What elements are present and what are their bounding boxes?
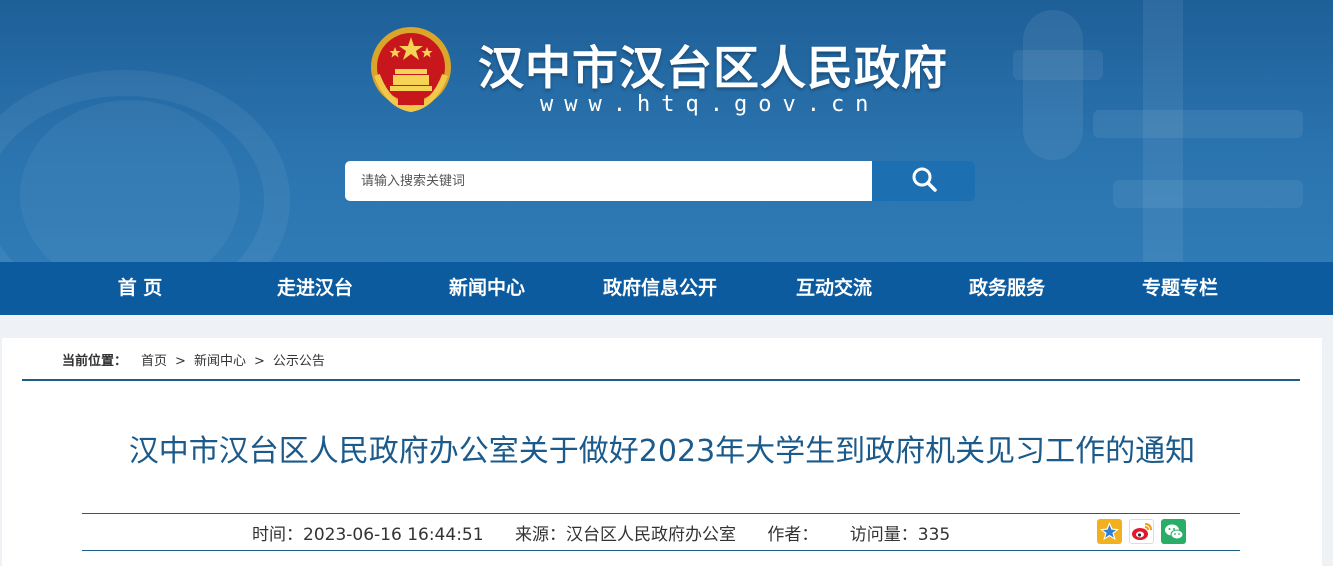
breadcrumb-home[interactable]: 首页 [141, 354, 167, 369]
nav-item-interaction[interactable]: 互动交流 [764, 262, 904, 315]
weibo-icon[interactable] [1129, 519, 1154, 544]
nav-item-topics[interactable]: 专题专栏 [1110, 262, 1250, 315]
nav-item-gov-info[interactable]: 政府信息公开 [580, 262, 740, 315]
breadcrumb-label: 当前位置： [62, 354, 128, 369]
breadcrumb-separator: > [253, 354, 265, 369]
national-emblem-icon [368, 25, 454, 113]
breadcrumb-divider [22, 379, 1300, 381]
wechat-icon[interactable] [1161, 519, 1186, 544]
article-meta: 时间：2023-06-16 16:44:51 来源：汉台区人民政府办公室 作者：… [252, 520, 976, 545]
nav-item-services[interactable]: 政务服务 [937, 262, 1077, 315]
nav-item-home[interactable]: 首 页 [70, 262, 210, 315]
article-title: 汉中市汉台区人民政府办公室关于做好2023年大学生到政府机关见习工作的通知 [128, 434, 1196, 469]
qzone-icon[interactable] [1097, 519, 1122, 544]
search-icon [911, 166, 937, 196]
breadcrumb-announcements[interactable]: 公示公告 [273, 354, 325, 369]
site-url: www.htq.gov.cn [540, 92, 880, 117]
meta-divider-top [82, 513, 1240, 514]
decorative-calligraphy [993, 0, 1323, 262]
publish-time: 时间：2023-06-16 16:44:51 [252, 525, 484, 545]
search-bar [345, 161, 975, 201]
nav-item-news[interactable]: 新闻中心 [417, 262, 557, 315]
site-header: 汉中市汉台区人民政府 www.htq.gov.cn [0, 0, 1333, 262]
main-nav: 首 页 走进汉台 新闻中心 政府信息公开 互动交流 政务服务 专题专栏 [0, 262, 1333, 315]
meta-divider-bottom [82, 550, 1240, 551]
nav-item-about[interactable]: 走进汉台 [245, 262, 385, 315]
search-input[interactable] [345, 161, 872, 201]
article-source: 来源：汉台区人民政府办公室 [514, 525, 736, 545]
article-author: 作者： [767, 525, 819, 545]
search-button[interactable] [872, 161, 975, 201]
visit-count: 访问量：335 [849, 525, 951, 545]
breadcrumb-news[interactable]: 新闻中心 [194, 354, 246, 369]
breadcrumb: 当前位置： 首页 > 新闻中心 > 公示公告 [62, 350, 325, 369]
article-panel: 当前位置： 首页 > 新闻中心 > 公示公告 汉中市汉台区人民政府办公室关于做好2023年… [2, 338, 1322, 566]
site-title: 汉中市汉台区人民政府 [478, 41, 948, 95]
breadcrumb-separator: > [175, 354, 186, 369]
share-buttons [1097, 519, 1186, 544]
